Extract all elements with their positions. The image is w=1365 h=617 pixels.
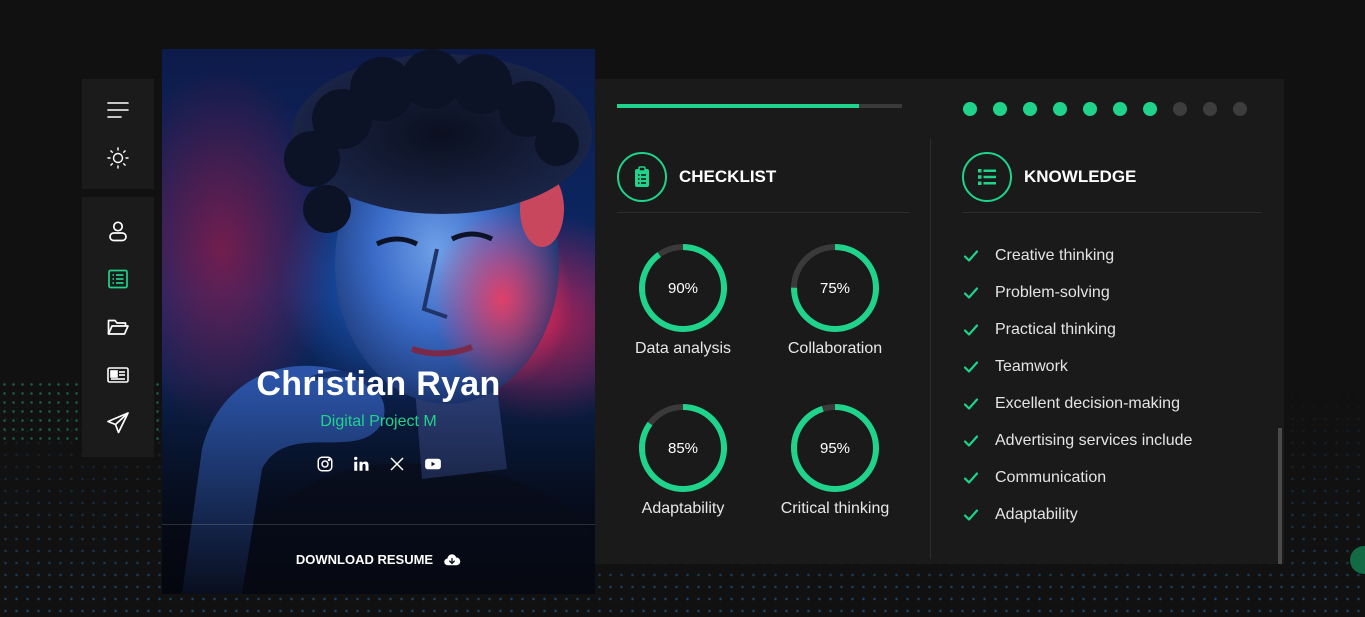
menu-button[interactable] [103,97,133,123]
checklist-icon-badge [617,152,667,202]
nav-about-button[interactable] [103,218,133,244]
step-indicator [963,102,1247,116]
step-dot[interactable] [993,102,1007,116]
skill-ring: 85% [637,402,729,494]
linkedin-link[interactable] [350,453,372,475]
skill-name: Adaptability [641,500,725,517]
profile-card: Christian Ryan Digital Project M DOWNLOA… [162,49,595,594]
user-icon [109,221,127,242]
download-resume-label: DOWNLOAD RESUME [295,552,434,567]
knowledge-header: KNOWLEDGE [962,152,1136,202]
knowledge-item-label: Problem-solving [995,283,1110,301]
skill-percent: 75% [819,279,851,297]
nav-contact-button[interactable] [103,410,133,436]
scrollbar[interactable] [1278,428,1282,564]
toolbar-top [82,79,154,189]
knowledge-item: Creative thinking [963,237,1192,274]
checklist-underline [617,212,910,213]
knowledge-item: Practical thinking [963,311,1192,348]
theme-toggle-button[interactable] [103,145,133,171]
bullet-list-icon [978,169,996,185]
skill-percent: 85% [667,439,699,457]
knowledge-item-label: Communication [995,468,1107,486]
skill-item: 85% Adaptability [613,402,753,518]
x-link[interactable] [386,453,408,475]
checklist-title: CHECKLIST [679,167,777,186]
youtube-icon [424,458,441,470]
step-dot[interactable] [1233,102,1247,116]
toolbar-nav [82,197,154,457]
knowledge-title: KNOWLEDGE [1024,167,1137,186]
step-dot[interactable] [1023,102,1037,116]
skill-name: Collaboration [787,340,883,357]
send-icon [107,412,129,434]
step-dot[interactable] [1083,102,1097,116]
knowledge-item-label: Teamwork [995,357,1068,375]
checklist-header: CHECKLIST [617,152,776,202]
knowledge-item: Advertising services include [963,422,1192,459]
step-dot[interactable] [1113,102,1127,116]
nav-portfolio-button[interactable] [103,314,133,340]
profile-photo [162,49,595,594]
menu-icon [107,102,129,118]
check-icon [963,433,987,449]
instagram-icon [317,456,332,472]
skill-ring: 75% [789,242,881,334]
step-dot[interactable] [1053,102,1067,116]
check-icon [963,470,987,486]
sun-icon [107,147,129,169]
folder-open-icon [107,319,129,335]
progress-bar-fill [617,104,860,108]
skill-percent: 90% [667,279,699,297]
skill-item: 90% Data analysis [613,242,753,358]
x-icon [389,457,404,471]
nav-blog-button[interactable] [103,362,133,388]
cloud-download-icon [444,553,461,565]
step-dot[interactable] [1173,102,1187,116]
profile-role: Digital Project M [320,413,437,430]
youtube-link[interactable] [422,453,444,475]
profile-name: Christian Ryan [256,365,501,403]
step-dot[interactable] [963,102,977,116]
skill-percent: 95% [819,439,851,457]
skill-item: 75% Collaboration [765,242,905,358]
resume-panel: CHECKLIST 90% Data analysis 75% Collaborati… [595,79,1284,564]
skill-name: Critical thinking [780,500,890,517]
step-dot[interactable] [1143,102,1157,116]
knowledge-item: Communication [963,459,1192,496]
check-icon [963,285,987,301]
check-icon [963,248,987,264]
check-icon [963,396,987,412]
social-links [162,453,595,475]
skill-name: Data analysis [634,340,732,357]
instagram-link[interactable] [314,453,336,475]
knowledge-item: Excellent decision-making [963,385,1192,422]
knowledge-item-label: Excellent decision-making [995,394,1180,412]
column-divider [930,139,931,559]
knowledge-item: Teamwork [963,348,1192,385]
download-resume-button[interactable]: DOWNLOAD RESUME [162,524,595,594]
knowledge-underline [962,212,1262,213]
knowledge-item-label: Adaptability [995,505,1078,523]
knowledge-item-label: Practical thinking [995,320,1116,338]
linkedin-icon [353,456,368,471]
clipboard-icon [635,166,649,187]
skill-item: 95% Critical thinking [765,402,905,518]
knowledge-list: Creative thinking Problem-solving Practica… [963,237,1192,533]
news-icon [107,367,129,383]
progress-bar [617,104,902,108]
check-icon [963,322,987,338]
knowledge-icon-badge [962,152,1012,202]
check-icon [963,359,987,375]
skill-ring: 95% [789,402,881,494]
check-icon [963,507,987,523]
nav-resume-button[interactable] [103,266,133,292]
step-dot[interactable] [1203,102,1217,116]
knowledge-item: Adaptability [963,496,1192,533]
list-icon [108,269,128,289]
skill-ring: 90% [637,242,729,334]
knowledge-item: Problem-solving [963,274,1192,311]
knowledge-item-label: Advertising services include [995,431,1193,449]
knowledge-item-label: Creative thinking [995,246,1115,264]
